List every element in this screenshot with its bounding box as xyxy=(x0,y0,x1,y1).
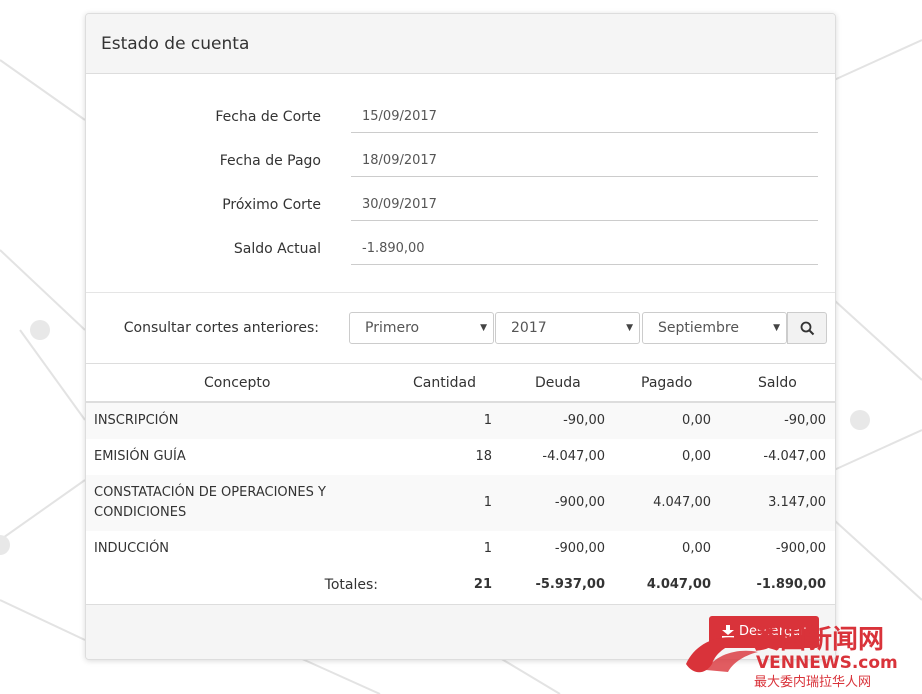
cell-deuda: -90,00 xyxy=(563,413,605,428)
cell-saldo: -90,00 xyxy=(784,413,826,428)
cell-concepto: INSCRIPCIÓN xyxy=(94,413,179,428)
caret-down-icon: ▼ xyxy=(480,323,487,333)
payment-date-field[interactable]: 18/09/2017 xyxy=(351,144,818,177)
total-saldo: -1.890,00 xyxy=(756,577,826,592)
total-cantidad: 21 xyxy=(473,577,492,592)
next-cutoff-field[interactable]: 30/09/2017 xyxy=(351,188,818,221)
cell-concepto: EMISIÓN GUÍA xyxy=(94,449,186,464)
search-icon xyxy=(800,321,815,336)
cutoff-date-label: Fecha de Corte xyxy=(215,109,321,125)
table-top-divider xyxy=(86,363,835,364)
cell-saldo: 3.147,00 xyxy=(768,495,826,510)
cell-deuda: -4.047,00 xyxy=(542,449,605,464)
cell-deuda: -900,00 xyxy=(554,495,605,510)
payment-date-label: Fecha de Pago xyxy=(219,153,321,169)
cell-pagado: 0,00 xyxy=(682,413,711,428)
watermark-subtitle: 最大委内瑞拉华人网 xyxy=(754,674,871,690)
year-select[interactable]: 2017 ▼ xyxy=(495,312,640,344)
month-select-value: Septiembre xyxy=(658,320,739,336)
cell-cantidad: 1 xyxy=(483,495,492,510)
total-pagado: 4.047,00 xyxy=(646,577,711,592)
flame-logo-icon xyxy=(686,637,758,673)
caret-down-icon: ▼ xyxy=(626,323,633,333)
col-header-cantidad: Cantidad xyxy=(413,375,476,391)
period-select[interactable]: Primero ▼ xyxy=(349,312,494,344)
cell-concepto-line2: CONDICIONES xyxy=(94,505,187,520)
current-balance-field[interactable]: -1.890,00 xyxy=(351,232,818,265)
total-deuda: -5.937,00 xyxy=(535,577,605,592)
watermark-title: 委国新闻网 xyxy=(754,624,884,655)
period-select-value: Primero xyxy=(365,320,420,336)
caret-down-icon: ▼ xyxy=(773,323,780,333)
cell-saldo: -900,00 xyxy=(775,541,826,556)
vennews-watermark: 委国新闻网 VENNEWS.com 最大委内瑞拉华人网 xyxy=(686,624,898,690)
search-button[interactable] xyxy=(787,312,827,344)
cell-cantidad: 1 xyxy=(483,541,492,556)
totals-label: Totales: xyxy=(324,577,378,593)
cutoff-date-field[interactable]: 15/09/2017 xyxy=(351,100,818,133)
col-header-pagado: Pagado xyxy=(641,375,693,391)
cell-pagado: 0,00 xyxy=(682,449,711,464)
cell-pagado: 0,00 xyxy=(682,541,711,556)
cell-pagado: 4.047,00 xyxy=(653,495,711,510)
col-header-saldo: Saldo xyxy=(758,375,797,391)
cell-cantidad: 18 xyxy=(475,449,492,464)
cell-cantidad: 1 xyxy=(483,413,492,428)
watermark-domain: VENNEWS.com xyxy=(756,653,898,673)
cell-concepto: CONSTATACIÓN DE OPERACIONES Y xyxy=(94,485,326,500)
next-cutoff-label: Próximo Corte xyxy=(222,197,321,213)
cell-deuda: -900,00 xyxy=(554,541,605,556)
cell-concepto: INDUCCIÓN xyxy=(94,541,170,556)
year-select-value: 2017 xyxy=(511,320,547,336)
cell-saldo: -4.047,00 xyxy=(763,449,826,464)
account-statement-panel: Estado de cuenta Fecha de Corte 15/09/20… xyxy=(85,13,836,660)
col-header-deuda: Deuda xyxy=(535,375,581,391)
month-select[interactable]: Septiembre ▼ xyxy=(642,312,787,344)
panel-heading: Estado de cuenta xyxy=(86,14,835,74)
section-divider xyxy=(86,292,835,293)
previous-cutoffs-label: Consultar cortes anteriores: xyxy=(123,320,319,336)
panel-title: Estado de cuenta xyxy=(101,34,250,54)
col-header-concepto: Concepto xyxy=(204,375,271,391)
current-balance-label: Saldo Actual xyxy=(233,241,321,257)
